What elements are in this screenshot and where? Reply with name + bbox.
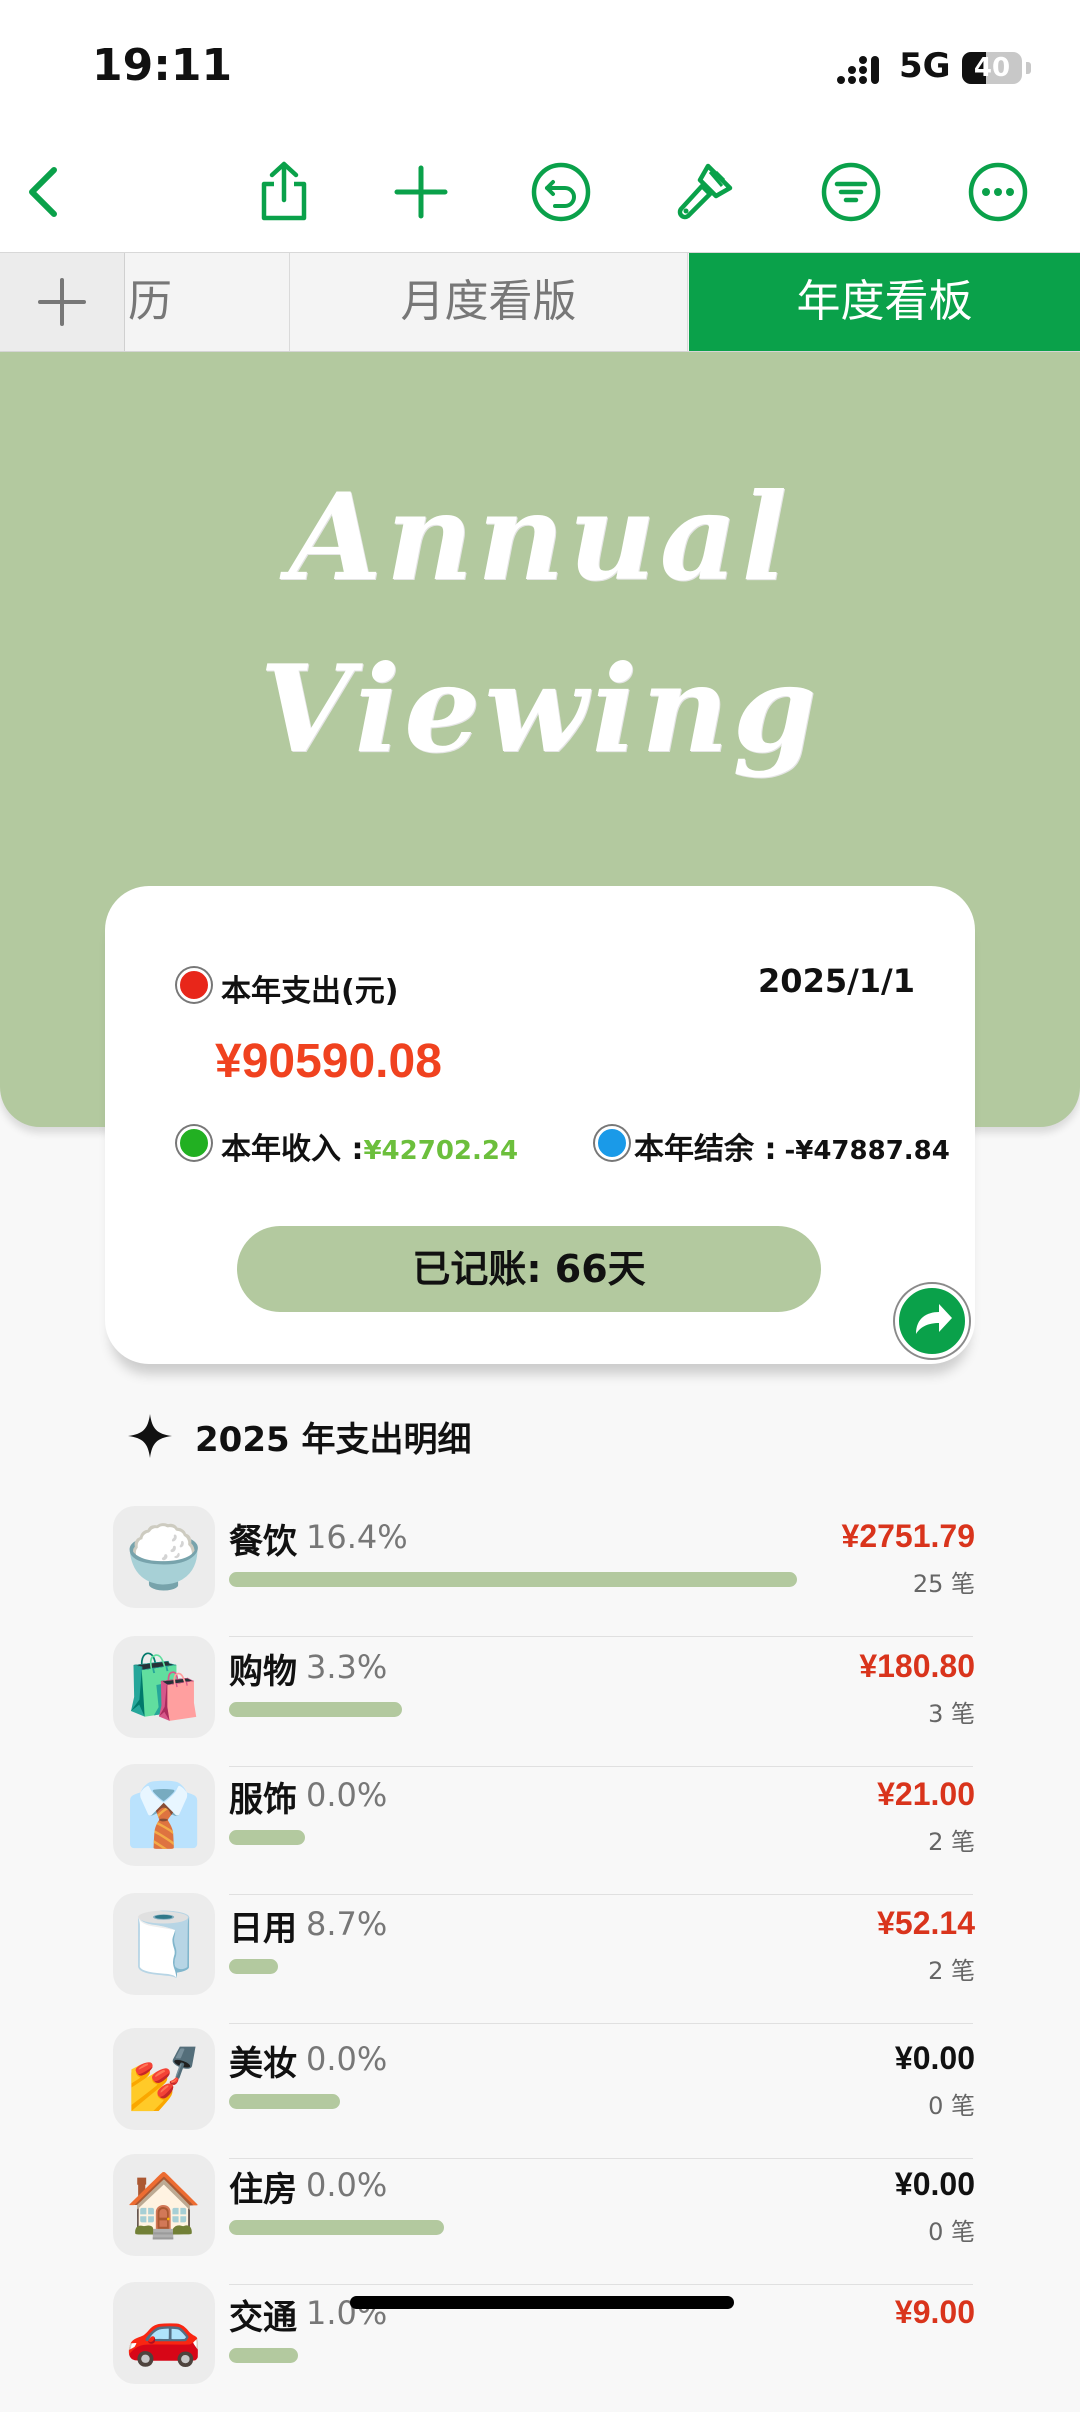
rice-bowl-icon: 🍚 (113, 1506, 215, 1608)
paintbrush-icon (677, 163, 733, 220)
income-label: 本年收入 : (221, 1132, 364, 1167)
filter-icon (821, 162, 881, 222)
more-button[interactable] (966, 160, 1030, 224)
forward-arrow-icon (916, 1304, 952, 1334)
shopping-bags-icon: 🛍️ (113, 1636, 215, 1738)
income-dot (177, 1126, 211, 1160)
category-row[interactable]: 🏠 住房 0.0% ¥0.00 0 笔 (113, 2154, 975, 2285)
category-name: 服饰 (229, 1780, 297, 1820)
category-row[interactable]: 🛍️ 购物 3.3% ¥180.80 3 笔 (113, 1636, 975, 1767)
plus-icon (394, 165, 448, 219)
share-icon (261, 161, 307, 221)
category-count: 25 笔 (912, 1570, 975, 1598)
hero-title: Annual Viewing (0, 452, 1080, 796)
more-icon (968, 162, 1028, 222)
balance-value: -¥47887.84 (784, 1136, 950, 1166)
category-count: 2 笔 (928, 1828, 975, 1856)
add-button[interactable] (389, 160, 453, 224)
sparkle-icon (128, 1414, 172, 1458)
network-type: 5G (899, 46, 951, 86)
undo-icon (531, 162, 591, 222)
balance-label: 本年结余 : (634, 1132, 777, 1167)
category-row[interactable]: 🍚 餐饮 16.4% ¥2751.79 25 笔 (113, 1506, 975, 1637)
category-row[interactable]: 👔 服饰 0.0% ¥21.00 2 笔 (113, 1764, 975, 1895)
toilet-paper-icon: 🧻 (113, 1893, 215, 1995)
back-button[interactable] (14, 160, 78, 224)
status-bar: 19:11 5G 40 (0, 0, 1080, 130)
undo-button[interactable] (529, 160, 593, 224)
expense-dot (177, 968, 211, 1002)
category-row[interactable]: 🧻 日用 8.7% ¥52.14 2 笔 (113, 1893, 975, 2024)
category-percent: 0.0% (306, 2040, 388, 2078)
category-progress-bar (229, 1702, 402, 1717)
home-indicator (350, 2296, 734, 2309)
forward-button[interactable] (895, 1284, 969, 1358)
category-progress-bar (229, 1959, 278, 1974)
battery-level: 40 (973, 53, 1011, 83)
category-name: 交通 (229, 2298, 297, 2338)
tab-annual-board[interactable]: 年度看板 (689, 253, 1080, 351)
category-progress-bar (229, 2220, 444, 2235)
category-progress-bar (229, 2094, 340, 2109)
status-time: 19:11 (92, 40, 233, 91)
format-brush-button[interactable] (672, 160, 736, 224)
category-amount: ¥9.00 (894, 2294, 975, 2330)
category-name: 餐饮 (229, 1522, 297, 1562)
hero-title-line1: Annual (288, 467, 792, 608)
add-sheet-button[interactable] (0, 253, 125, 351)
hero-title-line2: Viewing (259, 639, 821, 780)
row-divider (229, 2023, 973, 2024)
category-amount: ¥0.00 (894, 2040, 975, 2076)
category-amount: ¥180.80 (859, 1648, 975, 1684)
share-button[interactable] (252, 160, 316, 224)
back-icon (29, 167, 57, 217)
category-percent: 8.7% (306, 1905, 388, 1943)
category-percent: 0.0% (306, 2166, 388, 2204)
category-progress-bar (229, 2348, 298, 2363)
filter-button[interactable] (819, 160, 883, 224)
toolbar (0, 130, 1080, 253)
income-value: ¥42702.24 (363, 1136, 519, 1166)
category-progress-bar (229, 1830, 305, 1845)
days-recorded-badge: 已记账: 66天 (237, 1226, 821, 1312)
nail-polish-icon: 💅 (113, 2028, 215, 2130)
expense-amount: ¥90590.08 (215, 1035, 442, 1088)
battery-icon: 40 (962, 52, 1022, 84)
category-row[interactable]: 💅 美妆 0.0% ¥0.00 0 笔 (113, 2028, 975, 2159)
income-summary: 本年收入 :¥42702.24 (221, 1124, 518, 1168)
summary-card: 本年支出(元) 2025/1/1 ¥90590.08 本年收入 :¥42702.… (105, 886, 975, 1364)
balance-dot (595, 1126, 629, 1160)
expense-label: 本年支出(元) (221, 974, 399, 1009)
tab-monthly-board[interactable]: 月度看版 (290, 253, 688, 351)
category-amount: ¥21.00 (877, 1776, 975, 1812)
category-percent: 3.3% (306, 1648, 388, 1686)
category-amount: ¥52.14 (877, 1905, 975, 1941)
category-amount: ¥0.00 (894, 2166, 975, 2202)
category-percent: 0.0% (306, 1776, 388, 1814)
category-count: 0 笔 (928, 2092, 975, 2120)
balance-summary: 本年结余 : -¥47887.84 (634, 1124, 950, 1168)
category-name: 住房 (229, 2170, 297, 2210)
shirt-tie-icon: 👔 (113, 1764, 215, 1866)
car-icon: 🚗 (113, 2282, 215, 2384)
battery-tip (1026, 62, 1031, 74)
category-name: 日用 (229, 1909, 297, 1949)
tab-calendar[interactable]: 历 (124, 253, 290, 351)
category-count: 0 笔 (928, 2218, 975, 2246)
category-amount: ¥2751.79 (841, 1518, 975, 1554)
category-progress-bar (229, 1572, 797, 1587)
category-name: 美妆 (229, 2044, 297, 2084)
house-icon: 🏠 (113, 2154, 215, 2256)
section-title: 2025 年支出明细 (195, 1420, 472, 1460)
category-name: 购物 (229, 1652, 297, 1692)
category-count: 3 笔 (928, 1700, 975, 1728)
plus-icon (38, 278, 86, 326)
sheet-tabs: 历 月度看版 年度看板 (0, 253, 1080, 352)
category-count: 2 笔 (928, 1957, 975, 1985)
cellular-signal-icon (837, 56, 879, 84)
summary-date: 2025/1/1 (758, 962, 915, 1000)
category-percent: 16.4% (306, 1518, 408, 1556)
